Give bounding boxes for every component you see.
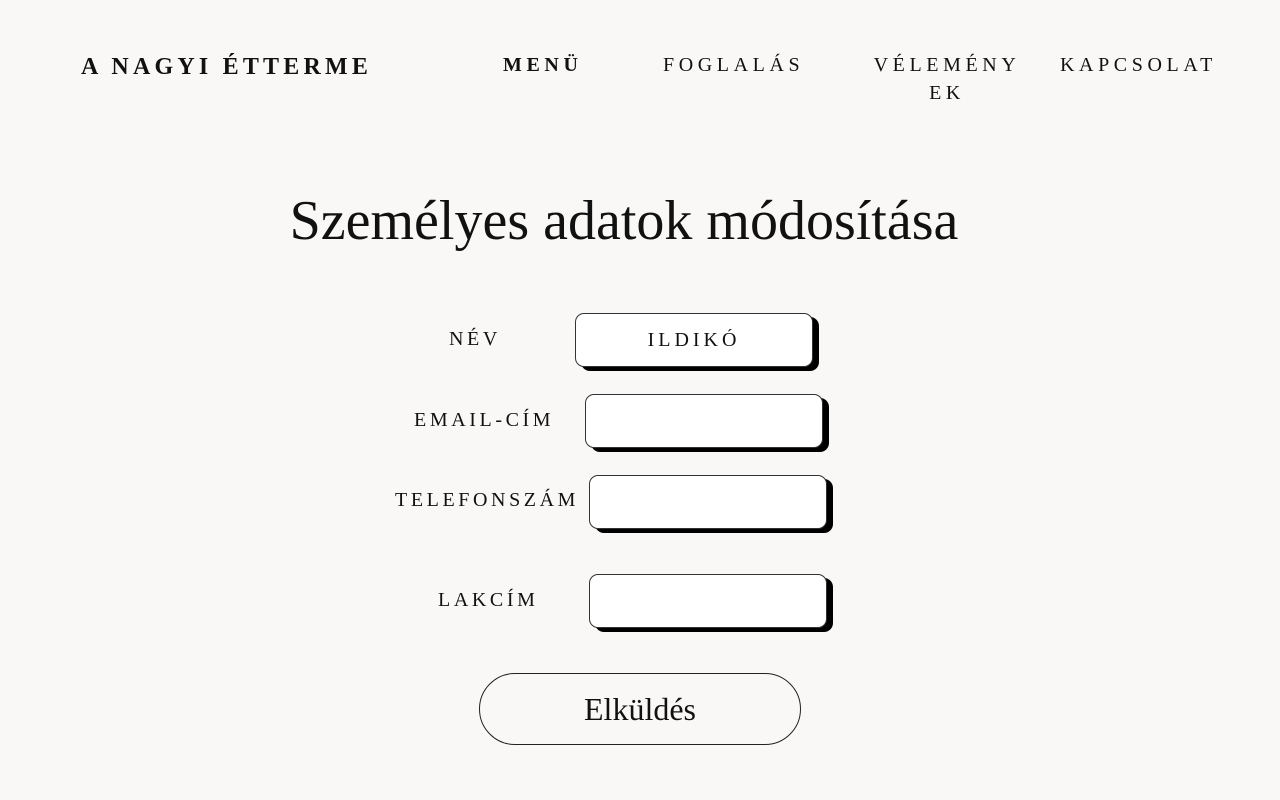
page-title: Személyes adatok módosítása bbox=[289, 190, 959, 252]
nav-reviews-line1: VÉLEMÉNY bbox=[873, 54, 1021, 76]
nav-menu[interactable]: MENÜ bbox=[503, 51, 583, 79]
nav-booking[interactable]: FOGLALÁS bbox=[663, 51, 804, 79]
address-label: LAKCÍM bbox=[438, 589, 539, 611]
site-logo[interactable]: A NAGYI ÉTTERME bbox=[81, 53, 372, 81]
nav-reviews-line2: EK bbox=[929, 82, 965, 104]
address-input[interactable] bbox=[589, 574, 827, 628]
name-label: NÉV bbox=[449, 328, 501, 350]
submit-button[interactable]: Elküldés bbox=[479, 673, 801, 745]
nav-reviews[interactable]: VÉLEMÉNY EK bbox=[872, 51, 1022, 107]
nav-contact[interactable]: KAPCSOLAT bbox=[1060, 51, 1217, 79]
page: A NAGYI ÉTTERME MENÜ FOGLALÁS VÉLEMÉNY E… bbox=[0, 0, 1280, 800]
email-input[interactable] bbox=[585, 394, 823, 448]
name-input[interactable] bbox=[575, 313, 813, 367]
phone-input[interactable] bbox=[589, 475, 827, 529]
email-label: EMAIL-CÍM bbox=[414, 409, 555, 431]
phone-label: TELEFONSZÁM bbox=[395, 489, 580, 511]
